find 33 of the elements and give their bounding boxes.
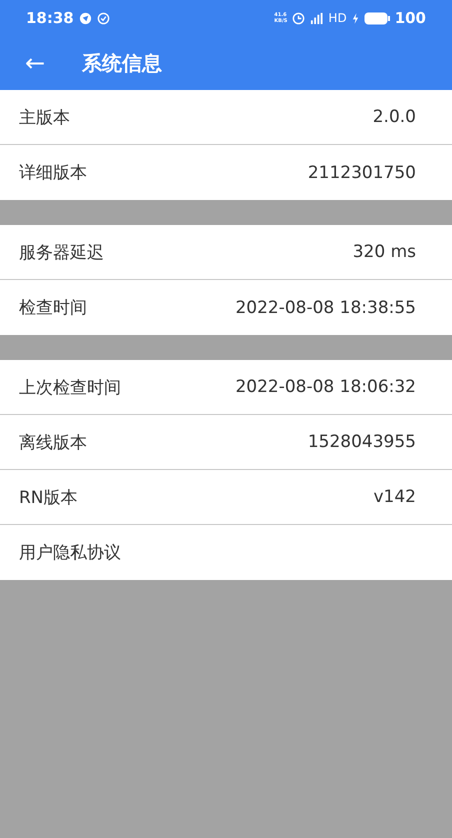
- info-row[interactable]: 用户隐私协议: [0, 525, 452, 580]
- charging-icon: [352, 12, 359, 24]
- row-label: 检查时间: [19, 297, 87, 319]
- row-label: 服务器延迟: [19, 242, 104, 264]
- signal-icon: [310, 12, 324, 24]
- row-value: 320 ms: [352, 242, 416, 262]
- row-value: 2.0.0: [372, 107, 416, 127]
- info-row[interactable]: 检查时间 2022-08-08 18:38:55: [0, 280, 452, 335]
- row-value: 2022-08-08 18:06:32: [235, 377, 416, 397]
- row-value: v142: [373, 487, 416, 507]
- info-row[interactable]: 离线版本 1528043955: [0, 415, 452, 470]
- alarm-clock-icon: [292, 12, 306, 24]
- check-circle-icon: [96, 12, 110, 24]
- info-row[interactable]: RN版本 v142: [0, 470, 452, 525]
- info-row[interactable]: 主版本 2.0.0: [0, 90, 452, 145]
- info-row[interactable]: 上次检查时间 2022-08-08 18:06:32: [0, 360, 452, 415]
- battery-level: 100: [394, 9, 426, 27]
- row-label: 主版本: [19, 106, 70, 128]
- row-label: 用户隐私协议: [19, 542, 121, 564]
- back-button[interactable]: ←: [20, 49, 50, 77]
- battery-icon: [364, 12, 390, 24]
- info-row[interactable]: 详细版本 2112301750: [0, 145, 452, 200]
- row-label: 上次检查时间: [19, 376, 121, 398]
- row-value: 2022-08-08 18:38:55: [235, 298, 416, 318]
- row-value: 1528043955: [308, 432, 416, 452]
- info-row[interactable]: 服务器延迟 320 ms: [0, 225, 452, 280]
- page-title: 系统信息: [82, 50, 162, 76]
- row-label: 离线版本: [19, 432, 87, 454]
- row-label: 详细版本: [19, 162, 87, 184]
- row-value: 2112301750: [308, 162, 416, 182]
- row-label: RN版本: [19, 486, 78, 508]
- network-type: HD: [328, 11, 347, 25]
- status-time: 18:38: [26, 9, 74, 27]
